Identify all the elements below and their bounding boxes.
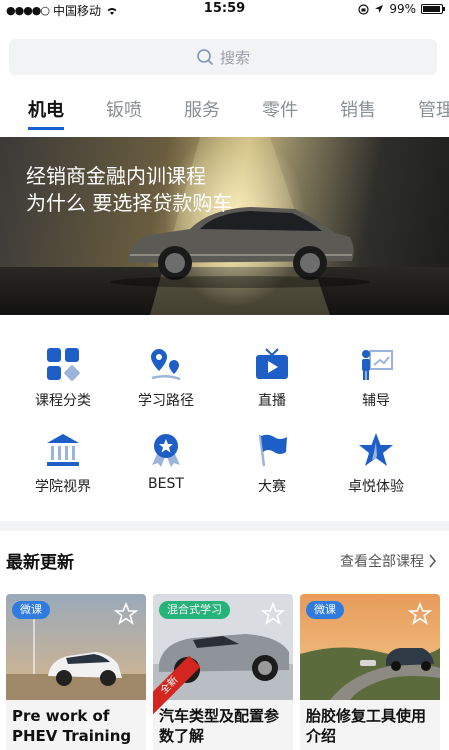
tab-jidian[interactable]: 机电 (28, 96, 64, 122)
flag-icon (258, 434, 287, 467)
battery-percent: 99% (389, 2, 416, 16)
grid-label: 卓悦体验 (348, 479, 404, 495)
chevron-right-icon (429, 554, 436, 568)
promo-banner[interactable]: 经销商金融内训课程 为什么 要选择贷款购车 (0, 137, 449, 315)
tab-xiaoshou[interactable]: 销售 (340, 96, 376, 122)
banner-title-line2: 为什么 要选择贷款购车 (26, 191, 233, 215)
grid-label: 课程分类 (35, 393, 91, 409)
grid-label: 直播 (258, 393, 286, 409)
grid-label: 辅导 (362, 393, 390, 409)
favorite-star-icon[interactable] (261, 602, 285, 626)
tab-guanli[interactable]: 管理 (418, 96, 449, 122)
location-icon (375, 5, 384, 13)
path-icon (151, 349, 181, 381)
category-icon (47, 348, 80, 381)
course-title: 汽车类型及配置参数了解 (159, 707, 280, 745)
grid-item-premium-experience[interactable]: 卓悦体验 (326, 432, 426, 496)
search-icon (197, 49, 213, 65)
grid-item-competition[interactable]: 大赛 (222, 432, 322, 496)
search-input[interactable]: 搜索 (9, 39, 437, 75)
active-tab-indicator (28, 127, 64, 130)
grid-label: BEST (148, 476, 184, 492)
status-bar: ●●●●○ 中国移动 15:59 99% (0, 0, 449, 20)
course-type-badge: 混合式学习 (159, 601, 230, 619)
grid-label: 学院视界 (35, 479, 91, 495)
course-title: Pre work of PHEV Training (12, 707, 132, 745)
coaching-icon (362, 350, 393, 380)
favorite-star-icon[interactable] (408, 602, 432, 626)
favorite-star-icon[interactable] (114, 602, 138, 626)
grid-label: 学习路径 (138, 393, 194, 409)
course-card[interactable]: 微课 Pre work of PHEV Training (6, 594, 146, 750)
academy-icon (47, 434, 79, 466)
course-card[interactable]: 微课 胎胶修复工具使用介绍 (300, 594, 440, 750)
course-type-badge: 微课 (306, 601, 344, 619)
category-tabs: 机电 钣喷 服务 零件 销售 管理 (0, 92, 449, 132)
section-divider (0, 521, 449, 531)
grid-item-learning-path[interactable]: 学习路径 (116, 346, 216, 410)
view-all-label: 查看全部课程 (340, 554, 424, 570)
best-medal-icon (152, 434, 180, 467)
grid-item-live[interactable]: 直播 (222, 346, 322, 410)
grid-item-best[interactable]: BEST (116, 432, 216, 492)
battery-icon (421, 4, 445, 14)
grid-item-course-category[interactable]: 课程分类 (13, 346, 113, 410)
grid-label: 大赛 (258, 479, 286, 495)
star-icon (359, 433, 393, 466)
live-tv-icon (256, 348, 288, 379)
banner-title-line1: 经销商金融内训课程 (26, 164, 206, 188)
tab-fuwu[interactable]: 服务 (184, 96, 220, 122)
course-type-badge: 微课 (12, 601, 50, 619)
search-placeholder: 搜索 (219, 48, 250, 67)
course-title: 胎胶修复工具使用介绍 (306, 707, 427, 745)
rotation-lock-icon (358, 3, 369, 15)
grid-item-coaching[interactable]: 辅导 (326, 346, 426, 410)
latest-section-title: 最新更新 (6, 553, 74, 573)
tab-banpen[interactable]: 钣喷 (106, 96, 142, 122)
course-card[interactable]: 全新 混合式学习 汽车类型及配置参数了解 (153, 594, 293, 750)
view-all-courses-link[interactable]: 查看全部课程 (340, 551, 437, 571)
grid-item-academy-vision[interactable]: 学院视界 (13, 432, 113, 496)
tab-lingjian[interactable]: 零件 (262, 96, 298, 122)
